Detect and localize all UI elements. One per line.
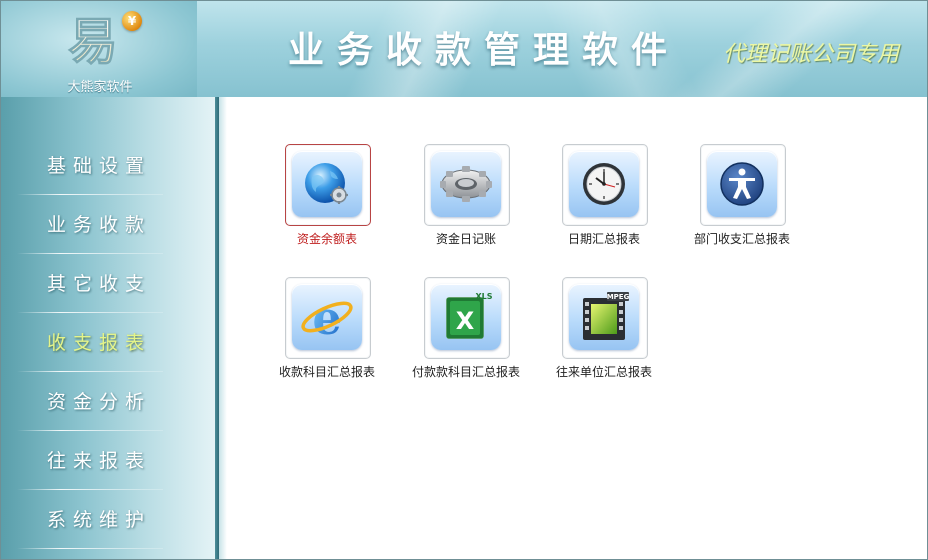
coin-icon: ¥ [122,11,142,31]
sidebar-item-system-maintenance[interactable]: 系统维护 [17,491,163,549]
svg-text:e: e [312,291,341,345]
report-department-summary[interactable]: 部门收支汇总报表 [656,144,796,254]
tile-face: e [292,284,362,350]
divider [17,194,163,195]
sidebar-item-account-reports[interactable]: 往来报表 [17,432,163,490]
sidebar-item-basic-settings[interactable]: 基础设置 [17,137,163,195]
tile-face: X XLS [431,284,501,350]
divider [17,430,163,431]
divider [17,371,163,372]
excel-badge: XLS [475,292,492,301]
app-title: 业务收款管理软件 [288,30,681,71]
sidebar-item-label: 往来报表 [47,450,152,472]
tile-face [431,151,501,217]
sidebar-item-label: 业务收款 [47,214,152,236]
report-label: 往来单位汇总报表 [555,365,652,379]
person-icon [720,162,764,206]
divider [17,312,163,313]
sidebar-item-fund-analysis[interactable]: 资金分析 [17,373,163,431]
divider [17,253,163,254]
tile-face [569,151,639,217]
report-receipt-subject-summary[interactable]: e 收款科目汇总报表 [241,277,381,387]
svg-text:X: X [456,307,475,335]
report-fund-journal[interactable]: 资金日记账 [380,144,520,254]
logo-glyph: 易 [68,13,118,69]
logo-icon: 易 [63,9,123,70]
tile-face: MPEG [569,284,639,350]
sidebar: 基础设置 业务收款 其它收支 收支报表 资金分析 往来报表 系统维护 [1,97,215,559]
report-panel: 资金余额表 资金日记账 日期汇总报表 部门收支汇总报表 e 收款科目汇总报表 X… [227,97,927,559]
report-date-summary[interactable]: 日期汇总报表 [518,144,658,254]
sidebar-item-label: 收支报表 [47,332,152,354]
sidebar-item-label: 基础设置 [47,155,152,177]
globe-gear-icon [305,163,348,204]
app-subtitle: 代理记账公司专用 [723,42,900,67]
tile-frame: e [285,277,371,359]
tile-frame [562,144,648,226]
sidebar-item-label: 其它收支 [47,273,152,295]
header-banner: 易 ¥ 大熊家软件 业务收款管理软件 代理记账公司专用 [1,1,927,97]
video-badge: MPEG [607,293,630,301]
brand-name: 大熊家软件 [67,80,133,95]
divider [17,489,163,490]
video-icon: MPEG [583,292,630,340]
gear-icon [440,166,492,202]
sidebar-item-business-receipts[interactable]: 业务收款 [17,196,163,254]
sidebar-item-income-expense-reports[interactable]: 收支报表 [17,314,163,372]
sidebar-item-label: 资金分析 [47,391,152,413]
app-window: 易 ¥ 大熊家软件 业务收款管理软件 代理记账公司专用 基础设置 业务收款 其它… [0,0,928,560]
tile-frame [424,144,510,226]
tile-face [292,151,362,217]
tile-frame: X XLS [424,277,510,359]
report-payment-subject-summary[interactable]: X XLS 付款款科目汇总报表 [380,277,520,387]
sidebar-shadow [219,97,227,559]
report-label: 部门收支汇总报表 [693,232,790,246]
tile-frame [285,144,371,226]
tile-frame: MPEG [562,277,648,359]
report-counterparty-summary[interactable]: MPEG 往来单位汇总报表 [518,277,658,387]
excel-icon: X XLS [446,292,493,339]
report-fund-balance[interactable]: 资金余额表 [241,144,381,254]
clock-icon [583,163,625,205]
sidebar-item-other-income-expense[interactable]: 其它收支 [17,255,163,313]
tile-frame [700,144,786,226]
sidebar-item-label: 系统维护 [47,509,152,531]
divider [17,548,163,549]
internet-explorer-icon: e [301,291,353,345]
tile-face [707,151,777,217]
